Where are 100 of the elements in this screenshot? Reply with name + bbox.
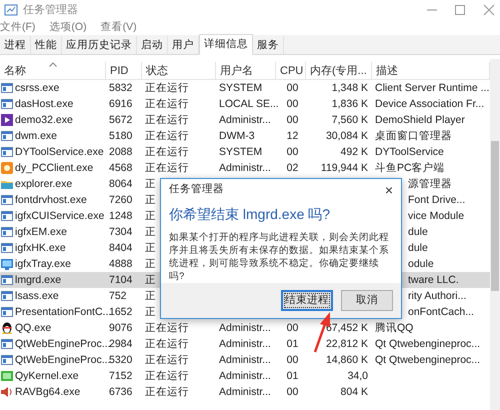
cpu-cell: 00 bbox=[286, 386, 298, 398]
dialog-title: 任务管理器 bbox=[169, 182, 224, 198]
pid-cell: 6916 bbox=[109, 98, 132, 110]
user-cell: SYSTEM bbox=[219, 82, 262, 94]
description-cell: onFontCach... bbox=[408, 306, 474, 318]
process-name: demo32.exe bbox=[15, 113, 73, 128]
status-cell: 正在运行 bbox=[145, 130, 189, 142]
cpu-cell: 01 bbox=[286, 338, 298, 350]
memory-cell: 14,860 K bbox=[326, 354, 368, 366]
user-cell: SYSTEM bbox=[219, 146, 262, 158]
process-name: dasHost.exe bbox=[15, 97, 74, 112]
cpu-cell: 00 bbox=[286, 146, 298, 158]
status-cell: 正 bbox=[145, 210, 156, 222]
user-cell: DWM-3 bbox=[219, 130, 255, 142]
process-name: RAVBg64.exe bbox=[15, 385, 80, 400]
process-name: igfxCUIService.exe bbox=[15, 209, 104, 224]
user-cell: Administr... bbox=[219, 162, 271, 174]
pid-cell: 5832 bbox=[109, 82, 132, 94]
status-cell: 正在运行 bbox=[145, 386, 189, 398]
memory-cell: 119,944 K bbox=[320, 162, 368, 174]
memory-cell: 1,348 K bbox=[332, 82, 368, 94]
description-cell: 斗鱼PC客户端 bbox=[375, 162, 445, 174]
description-cell: 腾讯QQ bbox=[375, 322, 414, 334]
memory-cell: 22,812 K bbox=[326, 338, 368, 350]
dialog-heading: 你希望结束 lmgrd.exe 吗? bbox=[168, 205, 332, 224]
process-name: fontdrvhost.exe bbox=[15, 193, 87, 208]
description-cell: Qt Qtwebengineproc... bbox=[375, 354, 480, 366]
description-cell: 源管理器 bbox=[408, 178, 452, 190]
process-name: QtWebEngineProc... bbox=[15, 353, 111, 368]
description-cell: 桌面窗口管理器 bbox=[375, 130, 452, 142]
pid-cell: 5180 bbox=[109, 130, 132, 142]
process-name: dwm.exe bbox=[15, 129, 58, 144]
status-cell: 正在运行 bbox=[145, 322, 189, 334]
description-cell: Font Drive... bbox=[408, 194, 466, 206]
process-name: explorer.exe bbox=[15, 177, 72, 192]
description-cell: odule bbox=[408, 258, 434, 270]
user-cell: Administr... bbox=[219, 370, 271, 382]
user-cell: Administr... bbox=[219, 386, 271, 398]
process-name: lsass.exe bbox=[15, 289, 59, 304]
pid-cell: 4888 bbox=[109, 258, 132, 270]
pid-cell: 7152 bbox=[109, 370, 132, 382]
status-cell: 正 bbox=[145, 274, 156, 286]
process-name: PresentationFontC... bbox=[15, 305, 112, 320]
cpu-cell: 00 bbox=[286, 354, 298, 366]
status-cell: 正 bbox=[145, 258, 156, 270]
cpu-cell: 12 bbox=[286, 130, 298, 142]
memory-cell: 1,836 K bbox=[332, 98, 368, 110]
pid-cell: 752 bbox=[109, 290, 127, 302]
pid-cell: 7304 bbox=[109, 226, 132, 238]
pid-cell: 2984 bbox=[109, 338, 132, 350]
description-cell: dule bbox=[408, 226, 428, 238]
pid-cell: 7260 bbox=[109, 194, 132, 206]
memory-cell: 7,560 K bbox=[332, 114, 368, 126]
status-cell: 正 bbox=[145, 290, 156, 302]
description-cell: vice Module bbox=[408, 210, 464, 222]
status-cell: 正在运行 bbox=[145, 338, 189, 350]
cpu-cell: 02 bbox=[286, 162, 298, 174]
status-cell: 正 bbox=[145, 306, 156, 318]
process-name: DYToolService.exe bbox=[15, 145, 104, 160]
status-cell: 正 bbox=[145, 242, 156, 254]
status-cell: 正 bbox=[145, 178, 156, 190]
pid-cell: 5672 bbox=[109, 114, 132, 126]
pid-cell: 6736 bbox=[109, 386, 132, 398]
pid-cell: 8064 bbox=[109, 178, 132, 190]
status-cell: 正在运行 bbox=[145, 354, 189, 366]
status-cell: 正在运行 bbox=[145, 82, 189, 94]
dialog-message: 如果某个打开的程序与此进程关联，则会关闭此程序并且将丢失所有未保存的数据。如果结束某个系统进程，则可能导致系统不稳定。你确定要继续吗? bbox=[168, 231, 390, 284]
status-cell: 正在运行 bbox=[145, 162, 189, 174]
pid-cell: 1248 bbox=[109, 210, 132, 222]
process-name: igfxEM.exe bbox=[15, 225, 67, 240]
description-cell: Qt Qtwebengineproc... bbox=[375, 338, 480, 350]
user-cell: LOCAL SE... bbox=[219, 98, 279, 110]
status-cell: 正在运行 bbox=[145, 146, 189, 158]
status-cell: 正 bbox=[145, 194, 156, 206]
user-cell: Administr... bbox=[219, 338, 271, 350]
process-name: QQ.exe bbox=[15, 321, 52, 336]
pid-cell: 7104 bbox=[109, 274, 132, 286]
pid-cell: 1652 bbox=[109, 306, 132, 318]
memory-cell: 30,084 K bbox=[326, 130, 368, 142]
description-cell: Client Server Runtime ... bbox=[375, 82, 490, 94]
status-cell: 正在运行 bbox=[145, 114, 189, 126]
cpu-cell: 00 bbox=[286, 322, 298, 334]
memory-cell: 804 K bbox=[340, 386, 368, 398]
pid-cell: 2088 bbox=[109, 146, 132, 158]
memory-cell: 492 K bbox=[340, 146, 368, 158]
description-cell: rity Authori... bbox=[408, 290, 466, 302]
cpu-cell: 01 bbox=[286, 370, 298, 382]
process-name: QtWebEngineProc... bbox=[15, 337, 111, 352]
process-name: igfxTray.exe bbox=[15, 257, 72, 272]
process-name: QyKernel.exe bbox=[15, 369, 79, 384]
description-cell: dule bbox=[408, 242, 428, 254]
window-title: 任务管理器 bbox=[23, 2, 78, 18]
pid-cell: 9076 bbox=[109, 322, 132, 334]
status-cell: 正在运行 bbox=[145, 370, 189, 382]
user-cell: Administr... bbox=[219, 322, 271, 334]
description-cell: Device Association Fr... bbox=[375, 98, 484, 110]
user-cell: Administr... bbox=[219, 354, 271, 366]
process-name: dy_PCClient.exe bbox=[15, 161, 94, 176]
cpu-cell: 00 bbox=[286, 98, 298, 110]
pid-cell: 8404 bbox=[109, 242, 132, 254]
